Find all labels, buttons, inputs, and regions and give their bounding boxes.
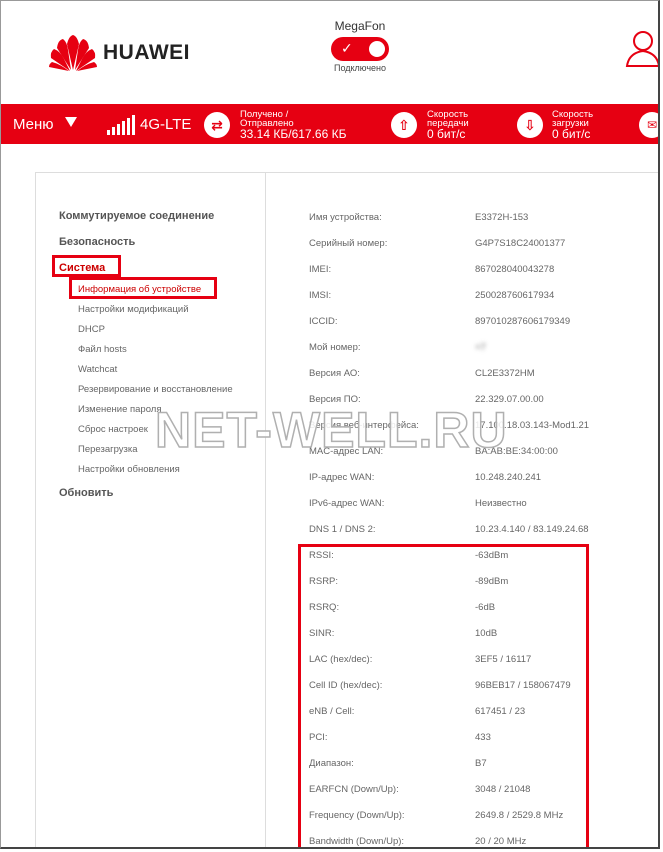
sidebar-item-mod-settings[interactable]: Настройки модификаций — [78, 304, 189, 315]
info-label: Версия ПО: — [309, 394, 361, 405]
info-label: IPv6-адрес WAN: — [309, 498, 385, 509]
sidebar-item-reboot[interactable]: Перезагрузка — [78, 444, 138, 455]
info-label: Мой номер: — [309, 342, 361, 353]
sidebar-item-dhcp[interactable]: DHCP — [78, 324, 105, 335]
info-value: 17.100.18.03.143-Mod1.21 — [475, 420, 590, 431]
info-value: 10.23.4.140 / 83.149.24.68 — [475, 524, 589, 535]
operator-block: MegaFon ✓ Подключено — [321, 19, 399, 73]
check-icon: ✓ — [341, 40, 353, 56]
panel-divider — [265, 172, 266, 847]
info-label: Имя устройства: — [309, 212, 382, 223]
info-label: Версия веб-интерфейса: — [309, 420, 419, 431]
user-icon[interactable] — [625, 29, 660, 67]
upload-arrow-icon: ⇧ — [391, 112, 417, 138]
huawei-logo: HUAWEI — [49, 34, 190, 72]
info-value: 897010287606179349 — [475, 316, 571, 327]
info-value: 250028760617934 — [475, 290, 555, 301]
mail-icon[interactable]: ✉ — [639, 112, 658, 138]
download-arrow-icon: ⇩ — [517, 112, 543, 138]
received-sent-value: 33.14 КБ/617.66 КБ — [240, 127, 347, 141]
highlight-signal-info — [298, 544, 589, 847]
operator-name: MegaFon — [334, 19, 386, 33]
menu-button[interactable]: Меню — [13, 116, 54, 133]
info-value: CL2E3372HM — [475, 368, 535, 379]
connection-toggle[interactable]: ✓ — [331, 37, 389, 61]
sidebar-item-security[interactable]: Безопасность — [59, 236, 135, 248]
connection-status: Подключено — [333, 63, 387, 73]
sidebar-item-watchcat[interactable]: Watchcat — [78, 364, 117, 375]
highlight-device-info — [69, 277, 217, 299]
highlight-system — [52, 255, 121, 277]
signal-strength-icon — [107, 115, 135, 135]
sidebar-item-dialup[interactable]: Коммутируемое соединение — [59, 210, 214, 222]
info-label: Версия АО: — [309, 368, 360, 379]
info-label: DNS 1 / DNS 2: — [309, 524, 376, 535]
sidebar-item-reset[interactable]: Сброс настроек — [78, 424, 148, 435]
info-label: IMEI: — [309, 264, 332, 275]
info-value: 867028040043278 — [475, 264, 555, 275]
sidebar-item-password[interactable]: Изменение пароля — [78, 404, 161, 415]
info-value: 10.248.240.241 — [475, 472, 542, 483]
info-value: Неизвестно — [475, 498, 527, 509]
huawei-petals-icon — [49, 35, 97, 71]
sidebar-item-update-settings[interactable]: Настройки обновления — [78, 464, 180, 475]
network-type: 4G-LTE — [140, 116, 192, 133]
info-label: ICCID: — [309, 316, 338, 327]
info-label: IMSI: — [309, 290, 332, 301]
info-label: MAC-адрес LAN: — [309, 446, 384, 457]
sidebar-item-backup[interactable]: Резервирование и восстановление — [78, 384, 233, 395]
sidebar-item-hosts[interactable]: Файл hosts — [78, 344, 127, 355]
upload-speed-value: 0 бит/с — [427, 127, 466, 141]
menu-arrow-icon[interactable] — [65, 117, 77, 127]
download-speed-value: 0 бит/с — [552, 127, 591, 141]
brand-name: HUAWEI — [103, 41, 190, 64]
info-value: E3372H-153 — [475, 212, 529, 223]
info-value: BA:AB:BE:34:00:00 — [475, 446, 558, 457]
info-value: +7 — [475, 342, 486, 353]
status-bar: Меню 4G-LTE ⇄ Получено / Отправлено 33.1… — [1, 104, 658, 144]
browser-frame: HUAWEI MegaFon ✓ Подключено Меню 4G-LTE … — [0, 0, 660, 849]
sidebar-item-update[interactable]: Обновить — [59, 487, 113, 499]
info-value: G4P7S18C24001377 — [475, 238, 566, 249]
info-value: 22.329.07.00.00 — [475, 394, 544, 405]
info-label: Серийный номер: — [309, 238, 388, 249]
toggle-knob — [369, 41, 385, 57]
transfer-icon: ⇄ — [204, 112, 230, 138]
info-label: IP-адрес WAN: — [309, 472, 375, 483]
